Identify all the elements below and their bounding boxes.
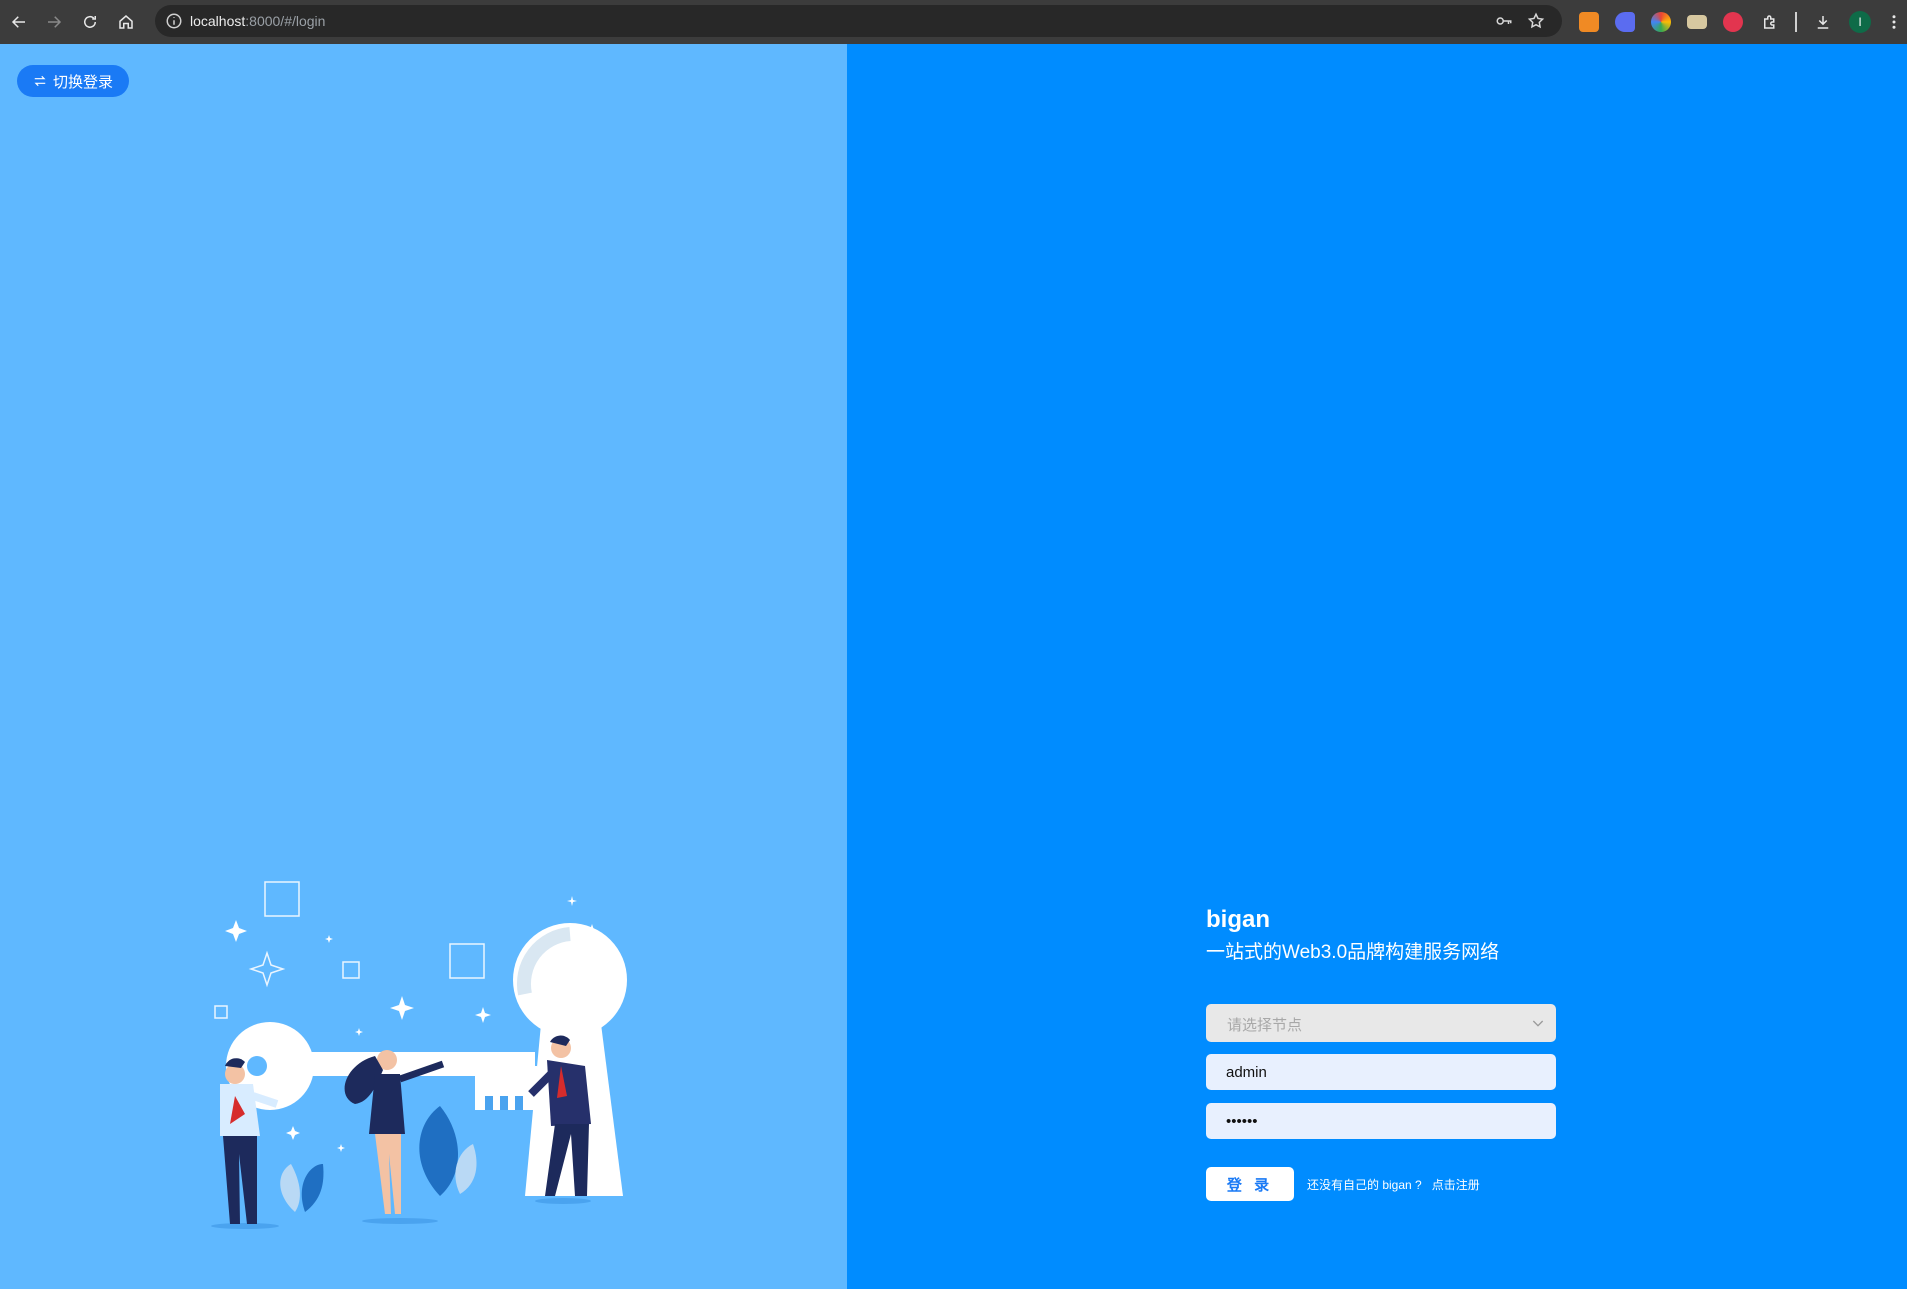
home-icon[interactable]	[113, 9, 139, 35]
login-form: bigan 一站式的Web3.0品牌构建服务网络 请选择节点 登 录 还没有自己…	[1206, 906, 1556, 1201]
site-info-icon[interactable]	[165, 12, 183, 30]
chevron-down-icon	[1532, 1020, 1544, 1027]
password-key-icon[interactable]	[1495, 12, 1513, 30]
register-link[interactable]: 点击注册	[1432, 1176, 1480, 1193]
node-select[interactable]: 请选择节点	[1206, 1004, 1556, 1042]
password-input[interactable]	[1206, 1103, 1556, 1139]
brand-title: bigan	[1206, 906, 1270, 933]
pocket-extension-icon[interactable]	[1723, 12, 1743, 32]
form-actions: 登 录 还没有自己的 bigan ? 点击注册	[1206, 1167, 1556, 1201]
switch-login-button[interactable]: 切换登录	[17, 65, 129, 97]
extension-icon[interactable]	[1615, 12, 1635, 32]
swap-arrows-icon	[34, 75, 46, 87]
url-text: localhost:8000/#/login	[190, 13, 326, 29]
profile-avatar[interactable]: I	[1849, 11, 1871, 33]
browser-toolbar: localhost:8000/#/login I	[0, 0, 1907, 44]
node-select-placeholder: 请选择节点	[1227, 1017, 1303, 1034]
right-panel: bigan 一站式的Web3.0品牌构建服务网络 请选择节点 登 录 还没有自己…	[847, 44, 1907, 1289]
switch-login-label: 切换登录	[52, 73, 113, 91]
address-bar[interactable]: localhost:8000/#/login	[155, 5, 1562, 37]
left-panel: 切换登录	[0, 44, 847, 1289]
username-input[interactable]	[1206, 1054, 1556, 1090]
forward-icon[interactable]	[41, 9, 67, 35]
password-field-wrapper	[1206, 1103, 1556, 1139]
login-button[interactable]: 登 录	[1206, 1167, 1294, 1201]
login-page: 切换登录 bigan 一站式的Web3.0品牌构建服务网络 请选择节点 admi…	[0, 44, 1907, 1289]
toolbar-divider	[1795, 12, 1797, 32]
reload-icon[interactable]	[77, 9, 103, 35]
color-wheel-extension-icon[interactable]	[1651, 12, 1671, 32]
username-field-wrapper	[1206, 1054, 1556, 1090]
fox-extension-icon[interactable]	[1579, 12, 1599, 32]
no-account-hint: 还没有自己的 bigan ?	[1307, 1177, 1422, 1192]
back-icon[interactable]	[6, 9, 32, 35]
key-keyhole-illustration	[211, 881, 627, 1229]
bookmark-star-icon[interactable]	[1527, 12, 1545, 30]
download-icon[interactable]	[1810, 9, 1836, 35]
menu-kebab-icon[interactable]	[1881, 9, 1907, 35]
extensions-puzzle-icon[interactable]	[1757, 9, 1783, 35]
brand-tagline: 一站式的Web3.0品牌构建服务网络	[1206, 942, 1500, 963]
image-extension-icon[interactable]	[1687, 15, 1707, 29]
